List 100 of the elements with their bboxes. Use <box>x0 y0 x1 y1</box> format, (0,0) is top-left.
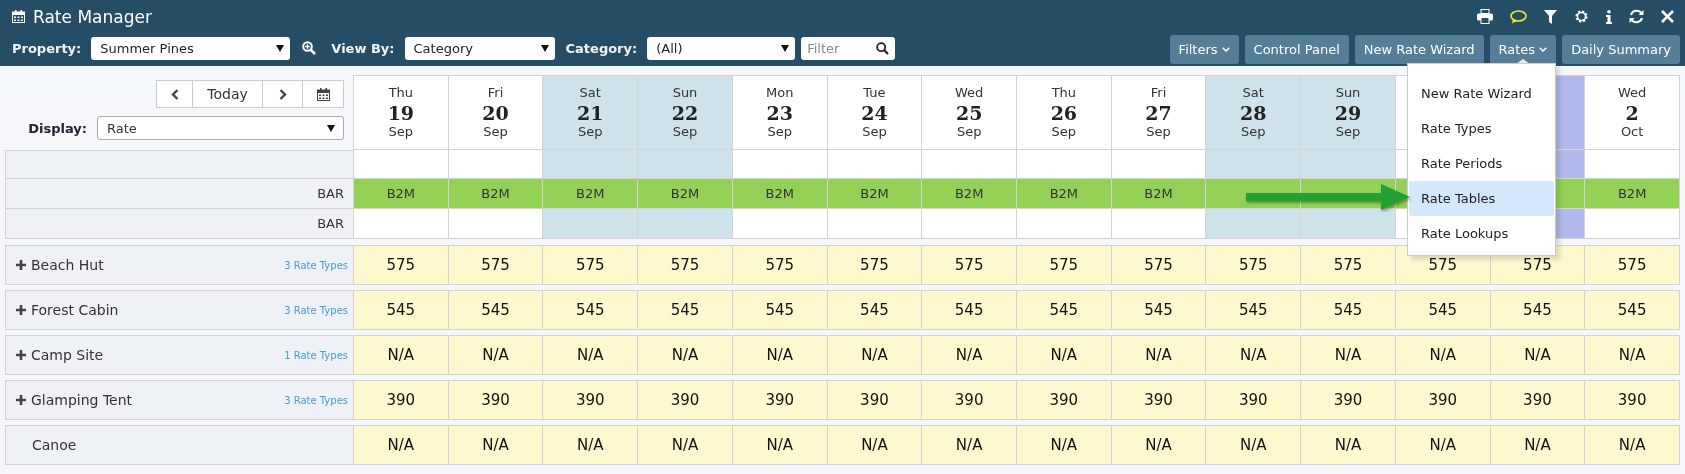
rate-cell[interactable]: N/A <box>922 335 1017 375</box>
rate-cell[interactable]: 575 <box>1017 245 1112 285</box>
rate-cell[interactable]: N/A <box>1206 335 1302 375</box>
rate-cell[interactable]: 575 <box>732 245 828 285</box>
rate-cell[interactable]: 390 <box>922 380 1017 420</box>
rate-cell[interactable]: N/A <box>638 425 733 465</box>
rate-cell[interactable]: 545 <box>1301 290 1396 330</box>
rate-cell[interactable]: 575 <box>1585 245 1680 285</box>
toolbar-button[interactable]: New Rate Wizard <box>1354 34 1484 64</box>
rate-cell[interactable]: N/A <box>1017 335 1112 375</box>
toolbar-button[interactable]: Daily Summary <box>1562 34 1680 64</box>
expand-icon[interactable] <box>16 260 26 270</box>
rate-cell[interactable]: N/A <box>543 425 639 465</box>
rate-cell[interactable]: 390 <box>1490 380 1586 420</box>
close-icon[interactable] <box>1661 10 1674 23</box>
weekday-label: Sat <box>579 85 601 102</box>
rate-cell[interactable]: 390 <box>1301 380 1396 420</box>
rate-cell[interactable]: N/A <box>1395 425 1491 465</box>
rate-cell[interactable]: 390 <box>732 380 828 420</box>
rate-cell[interactable]: 575 <box>827 245 923 285</box>
rate-cell[interactable]: N/A <box>732 335 828 375</box>
print-icon[interactable] <box>1477 9 1493 24</box>
select-field[interactable]: (All) <box>647 36 796 60</box>
rate-cell[interactable]: 545 <box>1585 290 1680 330</box>
rate-cell[interactable]: 390 <box>1206 380 1302 420</box>
field-label: View By: <box>331 40 395 56</box>
toolbar-button[interactable]: Control Panel <box>1244 34 1349 64</box>
rate-cell[interactable]: 545 <box>354 290 449 330</box>
settings-icon[interactable] <box>1574 9 1589 24</box>
rate-cell[interactable]: 575 <box>448 245 544 285</box>
rate-cell[interactable]: 575 <box>354 245 449 285</box>
rate-cell[interactable]: 545 <box>1111 290 1207 330</box>
rate-cell[interactable]: N/A <box>1111 335 1207 375</box>
restriction-cell: B2M <box>448 179 544 209</box>
rate-cell[interactable]: 390 <box>1585 380 1680 420</box>
rate-cell[interactable]: N/A <box>1395 335 1491 375</box>
filter-field[interactable]: Filter <box>801 36 896 60</box>
speech-bubble-icon[interactable] <box>1510 9 1527 24</box>
rate-cell[interactable]: 545 <box>543 290 639 330</box>
rate-cell[interactable]: N/A <box>732 425 828 465</box>
expand-icon[interactable] <box>16 395 26 405</box>
rate-cell[interactable]: N/A <box>1585 425 1680 465</box>
dropdown-button[interactable]: Filters <box>1169 34 1239 64</box>
rate-cell[interactable]: 575 <box>1206 245 1302 285</box>
rate-cell[interactable]: N/A <box>1206 425 1302 465</box>
rate-cell[interactable]: 575 <box>543 245 639 285</box>
rate-cell[interactable]: 545 <box>732 290 828 330</box>
menu-item[interactable]: Rate Types <box>1409 111 1554 146</box>
rate-cell[interactable]: 575 <box>638 245 733 285</box>
info-icon[interactable] <box>1606 9 1612 24</box>
rate-cell[interactable]: 390 <box>1395 380 1491 420</box>
rate-cell[interactable]: 545 <box>1490 290 1586 330</box>
rate-cell[interactable]: N/A <box>354 425 449 465</box>
rate-cell[interactable]: 390 <box>638 380 733 420</box>
rate-cell[interactable]: N/A <box>1301 335 1396 375</box>
expand-icon[interactable] <box>16 305 26 315</box>
rate-cell[interactable]: N/A <box>1490 425 1586 465</box>
rate-cell[interactable]: N/A <box>922 425 1017 465</box>
rate-cell[interactable]: 390 <box>827 380 923 420</box>
month-label: Sep <box>578 123 603 140</box>
day-number: 29 <box>1334 101 1362 124</box>
dropdown-button[interactable]: Rates <box>1489 34 1557 64</box>
rate-cell[interactable]: N/A <box>448 425 544 465</box>
rate-cell[interactable]: 390 <box>1111 380 1207 420</box>
rate-cell[interactable]: N/A <box>354 335 449 375</box>
select-field[interactable]: Summer Pines <box>91 36 291 60</box>
rate-cell[interactable]: N/A <box>1017 425 1112 465</box>
rate-cell[interactable]: N/A <box>1490 335 1586 375</box>
rate-cell[interactable]: 390 <box>448 380 544 420</box>
select-field[interactable]: Category <box>404 36 555 60</box>
rate-cell[interactable]: 575 <box>922 245 1017 285</box>
rate-cell[interactable]: 390 <box>543 380 639 420</box>
rate-cell[interactable]: N/A <box>1301 425 1396 465</box>
rate-cell[interactable]: 545 <box>1017 290 1112 330</box>
rate-cell[interactable]: 575 <box>1111 245 1207 285</box>
select-field[interactable]: Rate <box>97 116 344 140</box>
rate-cell[interactable]: N/A <box>448 335 544 375</box>
rate-cell[interactable]: 545 <box>638 290 733 330</box>
rate-cell[interactable]: N/A <box>638 335 733 375</box>
rate-cell[interactable]: N/A <box>827 425 923 465</box>
refresh-icon[interactable] <box>1629 9 1644 24</box>
filter-icon[interactable] <box>1544 9 1557 24</box>
rate-cell[interactable]: 545 <box>1206 290 1302 330</box>
menu-item[interactable]: Rate Tables <box>1409 181 1554 216</box>
rate-cell[interactable]: 545 <box>448 290 544 330</box>
search-icon[interactable] <box>876 41 890 55</box>
rate-cell[interactable]: 545 <box>922 290 1017 330</box>
menu-item[interactable]: New Rate Wizard <box>1409 76 1554 111</box>
rate-cell[interactable]: N/A <box>827 335 923 375</box>
expand-icon[interactable] <box>16 350 26 360</box>
rate-cell[interactable]: N/A <box>1111 425 1207 465</box>
rate-cell[interactable]: N/A <box>543 335 639 375</box>
rate-cell[interactable]: 545 <box>827 290 923 330</box>
rate-cell[interactable]: 390 <box>354 380 449 420</box>
rate-cell[interactable]: 575 <box>1301 245 1396 285</box>
rate-cell[interactable]: 545 <box>1395 290 1491 330</box>
rate-cell[interactable]: 390 <box>1017 380 1112 420</box>
rate-cell[interactable]: N/A <box>1585 335 1680 375</box>
zoom-in-icon[interactable] <box>302 41 317 55</box>
menu-item[interactable]: Rate Periods <box>1409 146 1554 181</box>
